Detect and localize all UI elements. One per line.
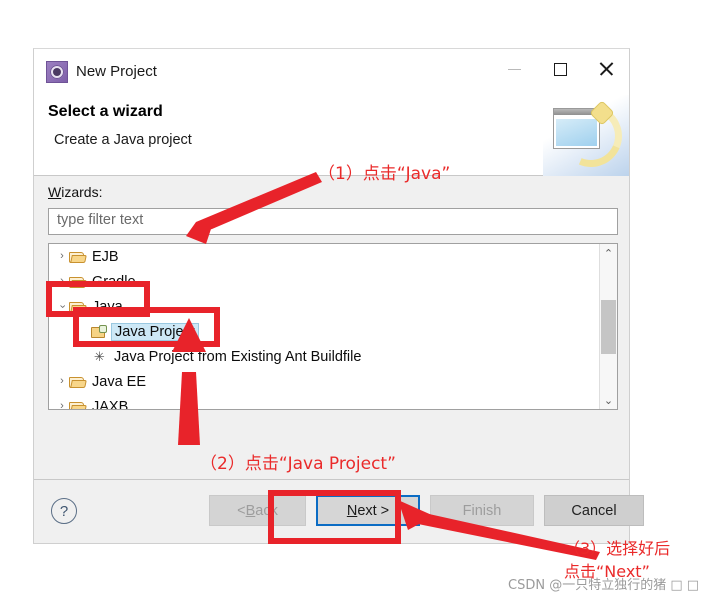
minimize-icon[interactable] bbox=[491, 49, 537, 89]
filter-field[interactable] bbox=[48, 208, 618, 235]
chevron-right-icon[interactable]: › bbox=[55, 376, 69, 387]
wizard-banner-icon bbox=[543, 95, 629, 176]
tree-item-ejb[interactable]: › EJB bbox=[49, 244, 599, 269]
tree-item-label: JAXB bbox=[92, 398, 129, 410]
tree-item-java-project-from-existing-ant-buildfile[interactable]: ✳ Java Project from Existing Ant Buildfil… bbox=[49, 344, 599, 369]
chevron-right-icon[interactable]: › bbox=[55, 401, 69, 410]
folder-icon bbox=[69, 400, 86, 409]
tree-item-label: Java Project from Existing Ant Buildfile bbox=[114, 348, 362, 365]
tree-scrollbar[interactable]: ⌃ ⌄ bbox=[599, 244, 617, 409]
back-button-prefix: < bbox=[237, 502, 246, 519]
page-subtitle: Create a Java project bbox=[54, 132, 192, 148]
wizards-label: Wizards: bbox=[48, 184, 102, 200]
wizards-label-accel: W bbox=[48, 184, 62, 200]
tree-item-label: Java EE bbox=[92, 373, 146, 390]
window-title: New Project bbox=[76, 63, 157, 80]
annotation-step1-text: （1）点击“Java” bbox=[318, 164, 451, 184]
folder-icon bbox=[69, 250, 86, 264]
title-bar: New Project bbox=[34, 49, 629, 95]
search-input[interactable] bbox=[57, 212, 597, 228]
wizards-label-rest: izards: bbox=[61, 184, 103, 200]
page-title: Select a wizard bbox=[48, 103, 163, 120]
folder-icon bbox=[69, 375, 86, 389]
maximize-icon[interactable] bbox=[537, 49, 583, 89]
tree-item-label: EJB bbox=[92, 248, 119, 265]
eclipse-wizard-icon bbox=[46, 61, 68, 83]
chevron-right-icon[interactable]: › bbox=[55, 251, 69, 262]
annotation-rect-java-project bbox=[73, 307, 220, 347]
annotation-step3-line1: （3）选择好后 bbox=[564, 539, 671, 558]
scroll-up-icon[interactable]: ⌃ bbox=[600, 244, 617, 262]
help-button[interactable]: ? bbox=[51, 498, 77, 524]
tree-item-java-ee[interactable]: › Java EE bbox=[49, 369, 599, 394]
finish-button[interactable]: Finish bbox=[430, 495, 534, 526]
back-button-accel: B bbox=[245, 502, 256, 519]
annotation-step2-text: （2）点击“Java Project” bbox=[200, 454, 396, 474]
tree-item-jaxb[interactable]: › JAXB bbox=[49, 394, 599, 409]
watermark: CSDN @一只特立独行的猪 □ □ bbox=[508, 578, 700, 593]
cancel-button[interactable]: Cancel bbox=[544, 495, 644, 526]
scroll-down-icon[interactable]: ⌄ bbox=[600, 391, 617, 409]
ant-buildfile-icon: ✳ bbox=[94, 348, 105, 364]
annotation-rect-next bbox=[268, 490, 401, 544]
scrollbar-thumb[interactable] bbox=[601, 300, 616, 354]
close-icon[interactable] bbox=[583, 49, 629, 89]
